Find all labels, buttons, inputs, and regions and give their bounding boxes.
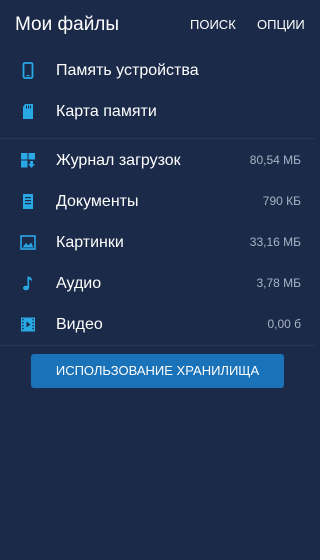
category-item-download-history[interactable]: Журнал загрузок 80,54 МБ — [0, 140, 315, 181]
category-item-video[interactable]: Видео 0,00 б — [0, 304, 315, 345]
category-label: Документы — [56, 193, 139, 210]
video-icon — [20, 316, 36, 333]
storage-item-label: Память устройства — [56, 62, 199, 79]
category-item-documents[interactable]: Документы 790 КБ — [0, 181, 315, 222]
download-history-icon — [20, 152, 36, 169]
music-note-icon — [20, 275, 36, 292]
category-size: 80,54 МБ — [249, 153, 301, 167]
section-divider — [0, 138, 315, 139]
document-icon — [20, 193, 36, 210]
category-label: Аудио — [56, 275, 102, 292]
category-item-images[interactable]: Картинки 33,16 МБ — [0, 222, 315, 263]
category-size: 3,78 МБ — [256, 276, 301, 290]
search-button[interactable]: ПОИСК — [190, 17, 236, 33]
image-icon — [20, 234, 36, 251]
category-item-audio[interactable]: Аудио 3,78 МБ — [0, 263, 315, 304]
my-files-screen: Мои файлы ПОИСК ОПЦИИ Память устройства … — [0, 0, 315, 560]
category-label: Журнал загрузок — [56, 152, 181, 169]
category-label: Видео — [56, 316, 103, 333]
storage-item-memory-card[interactable]: Карта памяти — [0, 91, 315, 132]
page-title: Мои файлы — [15, 14, 120, 35]
category-size: 790 КБ — [262, 194, 301, 208]
category-label: Картинки — [56, 234, 124, 251]
phone-icon — [20, 62, 36, 79]
category-size: 0,00 б — [267, 317, 301, 331]
storage-item-label: Карта памяти — [56, 103, 157, 120]
options-button[interactable]: ОПЦИИ — [257, 17, 305, 33]
section-divider — [0, 345, 315, 346]
storage-item-device-memory[interactable]: Память устройства — [0, 50, 315, 91]
sd-card-icon — [20, 103, 36, 120]
category-size: 33,16 МБ — [249, 235, 301, 249]
storage-usage-button[interactable]: ИСПОЛЬЗОВАНИЕ ХРАНИЛИЩА — [31, 354, 284, 388]
app-header: Мои файлы ПОИСК ОПЦИИ — [0, 0, 315, 48]
